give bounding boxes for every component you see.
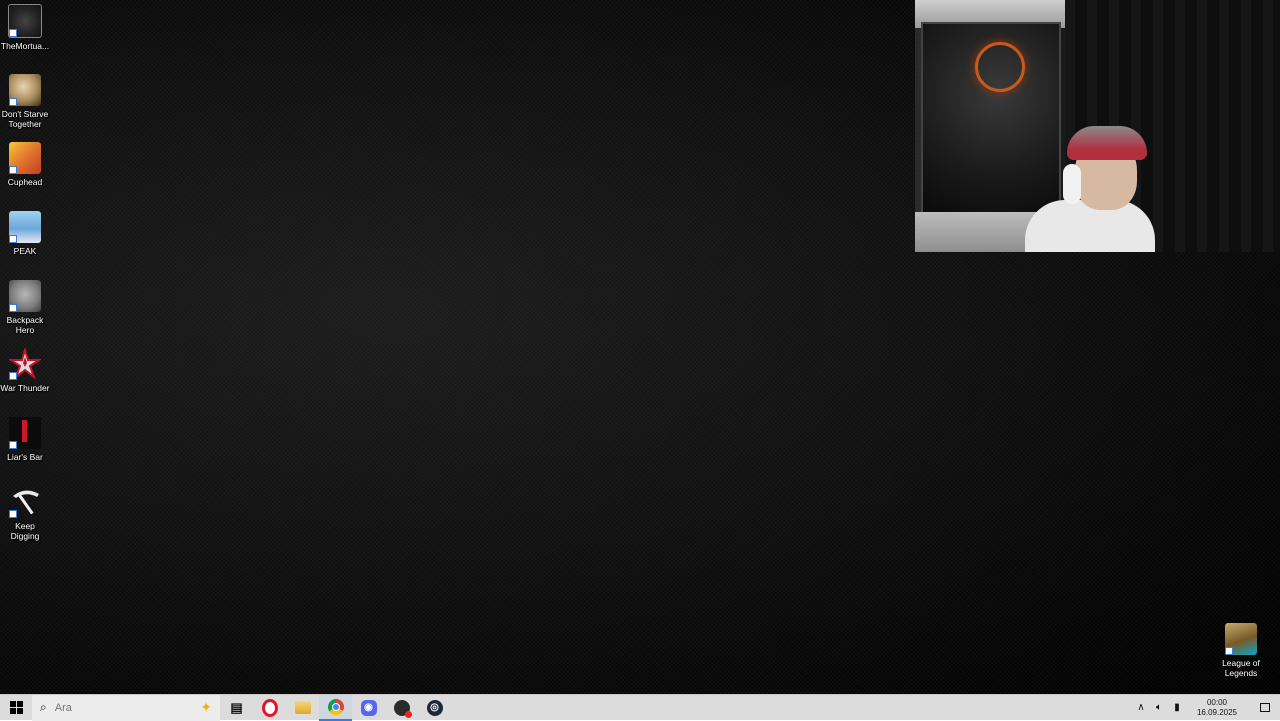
taskbar-app-discord[interactable]: ◉	[352, 695, 385, 721]
desktop-icon-cuphead[interactable]: Cuphead	[0, 142, 50, 187]
taskbar-app-file-explorer[interactable]	[286, 695, 319, 721]
clock-time: 00:00	[1206, 697, 1228, 707]
desktop-icon-label: PEAK	[13, 246, 37, 256]
desktop-icon-backpack-hero[interactable]: Backpack Hero	[0, 280, 50, 335]
desktop-icon-label: TheMortua...	[0, 41, 50, 51]
headphones	[1063, 164, 1081, 204]
taskbar: ⌕ ✦ ▤ ◉ ◎ ∧ 🔈︎ ▮ 00:00 16.09.2025	[0, 694, 1280, 721]
system-tray: ∧ 🔈︎ ▮ 00:00 16.09.2025	[1132, 695, 1280, 721]
keep-digging-icon	[9, 486, 41, 518]
desktop: TheMortua... Don't Starve Together Cuphe…	[0, 0, 1280, 694]
desktop-icon-liars-bar[interactable]: Liar's Bar	[0, 417, 50, 462]
streamer-cap	[1067, 126, 1147, 160]
shortcut-arrow-icon	[9, 510, 17, 518]
liars-bar-icon	[9, 417, 41, 449]
peak-icon	[9, 211, 41, 243]
desktop-icon-the-mortuary-assistant[interactable]: TheMortua...	[0, 4, 50, 51]
shortcut-arrow-icon	[1225, 647, 1233, 655]
desktop-icon-league-of-legends[interactable]: League of Legends	[1216, 623, 1266, 678]
dont-starve-together-icon	[9, 74, 41, 106]
start-button[interactable]	[0, 695, 32, 721]
task-view-icon: ▤	[230, 699, 243, 715]
war-thunder-icon	[7, 346, 43, 380]
windows-logo-icon	[9, 701, 23, 714]
opera-icon	[261, 698, 278, 717]
desktop-icon-peak[interactable]: PEAK	[0, 211, 50, 256]
microphone-icon[interactable]: ▮	[1169, 695, 1185, 721]
taskbar-app-steam[interactable]: ◎	[418, 695, 451, 721]
shortcut-arrow-icon	[9, 29, 17, 37]
clock-date: 16.09.2025	[1196, 707, 1238, 717]
backpack-hero-icon	[9, 280, 41, 312]
shortcut-arrow-icon	[9, 441, 17, 449]
taskbar-app-chrome[interactable]	[319, 694, 352, 721]
speaker-icon[interactable]: 🔈︎	[1151, 695, 1167, 721]
desktop-icon-label: Cuphead	[7, 177, 43, 187]
desktop-icon-war-thunder[interactable]: War Thunder	[0, 346, 50, 393]
file-explorer-icon	[294, 701, 311, 714]
desktop-icon-label: Don't Starve Together	[1, 109, 49, 129]
the-mortuary-assistant-icon	[8, 4, 42, 38]
notification-center-button[interactable]	[1250, 703, 1280, 712]
task-view-button[interactable]: ▤	[220, 695, 253, 721]
search-icon: ⌕	[40, 700, 47, 714]
notification-icon	[1260, 703, 1270, 712]
clock[interactable]: 00:00 16.09.2025	[1190, 698, 1244, 718]
desktop-icon-keep-digging[interactable]: Keep Digging	[0, 486, 50, 541]
webcam-overlay	[915, 0, 1280, 252]
desktop-icon-label: Liar's Bar	[7, 452, 43, 462]
chevron-up-icon[interactable]: ∧	[1133, 695, 1149, 721]
obs-icon	[393, 699, 412, 718]
desktop-icon-label: War Thunder	[0, 383, 50, 393]
shortcut-arrow-icon	[9, 235, 17, 243]
shortcut-arrow-icon	[9, 98, 17, 106]
wall-poster	[921, 22, 1061, 222]
cuphead-icon	[9, 142, 41, 174]
taskbar-search[interactable]: ⌕ ✦	[32, 694, 220, 721]
desktop-icon-label: Backpack Hero	[6, 315, 44, 335]
chrome-icon	[327, 698, 344, 715]
shortcut-arrow-icon	[9, 372, 17, 380]
desktop-icon-dont-starve-together[interactable]: Don't Starve Together	[0, 74, 50, 129]
search-highlight-icon[interactable]: ✦	[200, 699, 212, 716]
search-input[interactable]	[54, 701, 155, 714]
taskbar-app-opera[interactable]	[253, 695, 286, 721]
discord-icon: ◉	[360, 699, 377, 716]
shortcut-arrow-icon	[9, 304, 17, 312]
desktop-icon-label: Keep Digging	[10, 521, 40, 541]
steam-icon: ◎	[426, 699, 443, 716]
taskbar-app-obs[interactable]	[385, 695, 418, 721]
desktop-icon-label: League of Legends	[1222, 658, 1260, 678]
shortcut-arrow-icon	[9, 166, 17, 174]
league-of-legends-icon	[1225, 623, 1257, 655]
